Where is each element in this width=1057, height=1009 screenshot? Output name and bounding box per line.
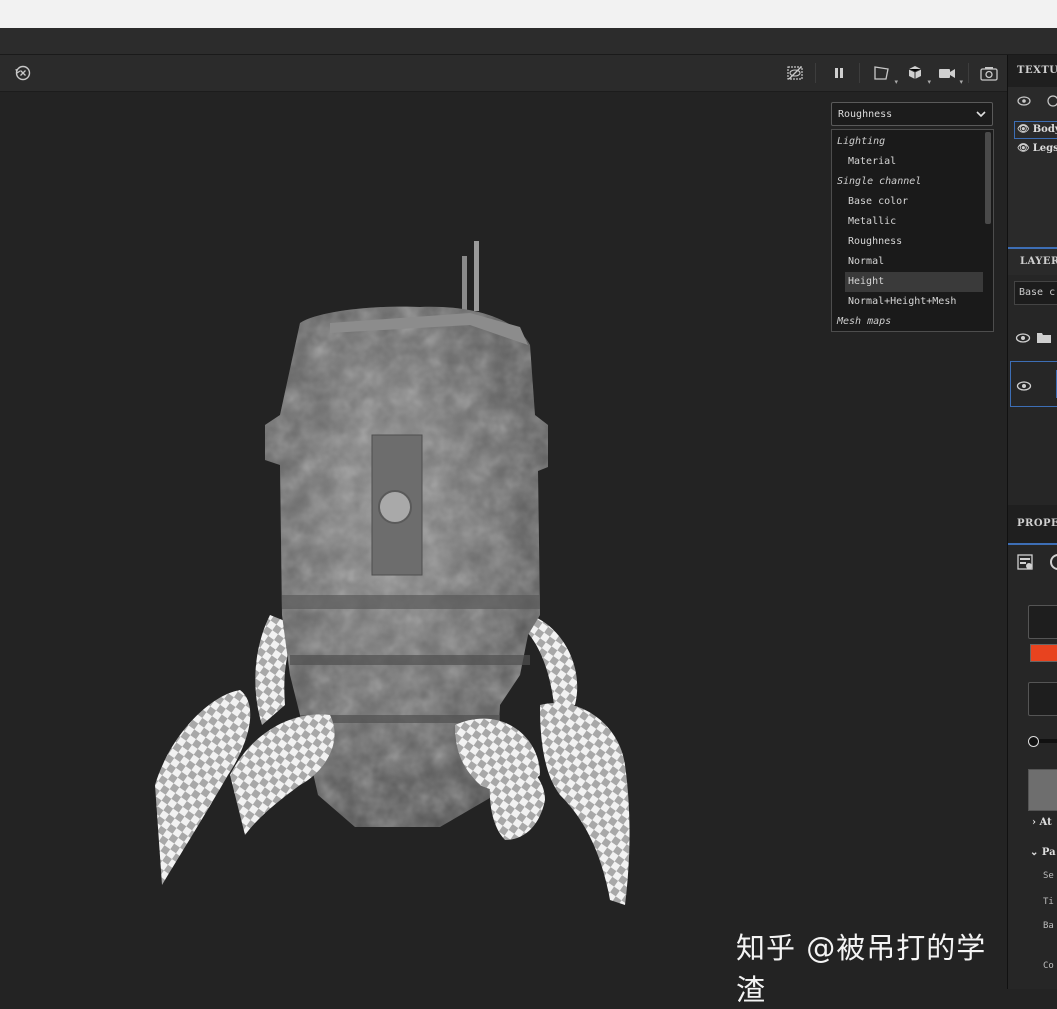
properties-panel-title: PROPER bbox=[1017, 518, 1057, 529]
dropdown-option-material[interactable]: Material bbox=[832, 152, 998, 172]
dropdown-option-normal[interactable]: Normal bbox=[832, 252, 998, 272]
section-label: At bbox=[1039, 817, 1052, 828]
dropdown-option-base-color[interactable]: Base color bbox=[832, 192, 998, 212]
texture-set-body[interactable]: 👁Body bbox=[1014, 121, 1057, 139]
color-swatch[interactable] bbox=[1030, 644, 1057, 662]
dropdown-scrollbar[interactable] bbox=[985, 132, 991, 224]
param-label: Se bbox=[1043, 871, 1054, 881]
param-label: Ti bbox=[1043, 897, 1054, 907]
eye-icon[interactable]: 👁 bbox=[1017, 143, 1030, 154]
watermark: 知乎 @被吊打的学渣 bbox=[736, 931, 987, 1007]
layers-channel-select[interactable]: Base c bbox=[1014, 281, 1057, 305]
parameters-section[interactable]: ⌄ Pa bbox=[1030, 847, 1056, 858]
texture-set-list: 👁Body 👁Legs bbox=[1008, 87, 1057, 247]
menu-bar bbox=[0, 28, 1057, 55]
attributes-section[interactable]: › At bbox=[1032, 817, 1052, 828]
layers-panel-title: LAYERS bbox=[1008, 249, 1057, 275]
chevron-down-icon bbox=[976, 106, 986, 125]
display-mode-options-list: Lighting Material Single channel Base co… bbox=[831, 129, 994, 332]
texture-set-panel-title: TEXTUR bbox=[1008, 55, 1057, 87]
param-label: Co bbox=[1043, 961, 1054, 971]
param-label: Ba bbox=[1043, 921, 1054, 931]
dropdown-option-roughness[interactable]: Roughness bbox=[832, 232, 998, 252]
dropdown-option-height[interactable]: Height bbox=[845, 272, 983, 292]
property-slot[interactable] bbox=[1028, 682, 1057, 716]
section-label: Pa bbox=[1041, 847, 1056, 858]
properties-tabs bbox=[1008, 543, 1057, 581]
folder-icon bbox=[1036, 329, 1052, 348]
window-title-bar bbox=[0, 0, 1057, 28]
chevron-down-icon: ⌄ bbox=[1030, 847, 1039, 858]
texture-set-label: Body bbox=[1032, 124, 1057, 135]
3d-viewport[interactable]: ▾ ▾ ▾ Roughness Lighting Material Single… bbox=[0, 55, 1007, 1007]
dropdown-option-normal-height-mesh[interactable]: Normal+Height+Mesh bbox=[832, 292, 998, 312]
texture-set-label: Legs bbox=[1032, 143, 1057, 154]
eye-icon[interactable] bbox=[1046, 93, 1057, 112]
layer-row-selected[interactable] bbox=[1010, 361, 1057, 407]
visibility-toggle-icon[interactable] bbox=[1016, 93, 1032, 112]
eye-icon[interactable] bbox=[1016, 377, 1032, 396]
dropdown-group-mesh-maps: Mesh maps bbox=[837, 316, 892, 327]
display-mode-dropdown[interactable]: Roughness bbox=[831, 102, 993, 126]
texture-set-legs[interactable]: 👁 Legs bbox=[1017, 143, 1057, 154]
texture-thumbnail[interactable] bbox=[1028, 769, 1057, 811]
chevron-right-icon: › bbox=[1032, 817, 1036, 828]
dropdown-option-metallic[interactable]: Metallic bbox=[832, 212, 998, 232]
dropdown-group-single-channel: Single channel bbox=[837, 176, 922, 187]
display-mode-selected: Roughness bbox=[838, 109, 893, 120]
property-slot[interactable] bbox=[1028, 605, 1057, 639]
slider-handle[interactable] bbox=[1028, 736, 1039, 747]
brush-icon[interactable] bbox=[1048, 553, 1057, 575]
eye-icon[interactable]: 👁 bbox=[1017, 122, 1030, 138]
right-panel: TEXTUR 👁Body 👁Legs LAYERS Base c PROPER bbox=[1007, 55, 1057, 989]
eye-icon[interactable] bbox=[1015, 329, 1031, 348]
layer-folder-row[interactable] bbox=[1008, 317, 1057, 361]
dropdown-group-lighting: Lighting bbox=[837, 136, 886, 147]
material-settings-icon[interactable] bbox=[1016, 553, 1034, 575]
